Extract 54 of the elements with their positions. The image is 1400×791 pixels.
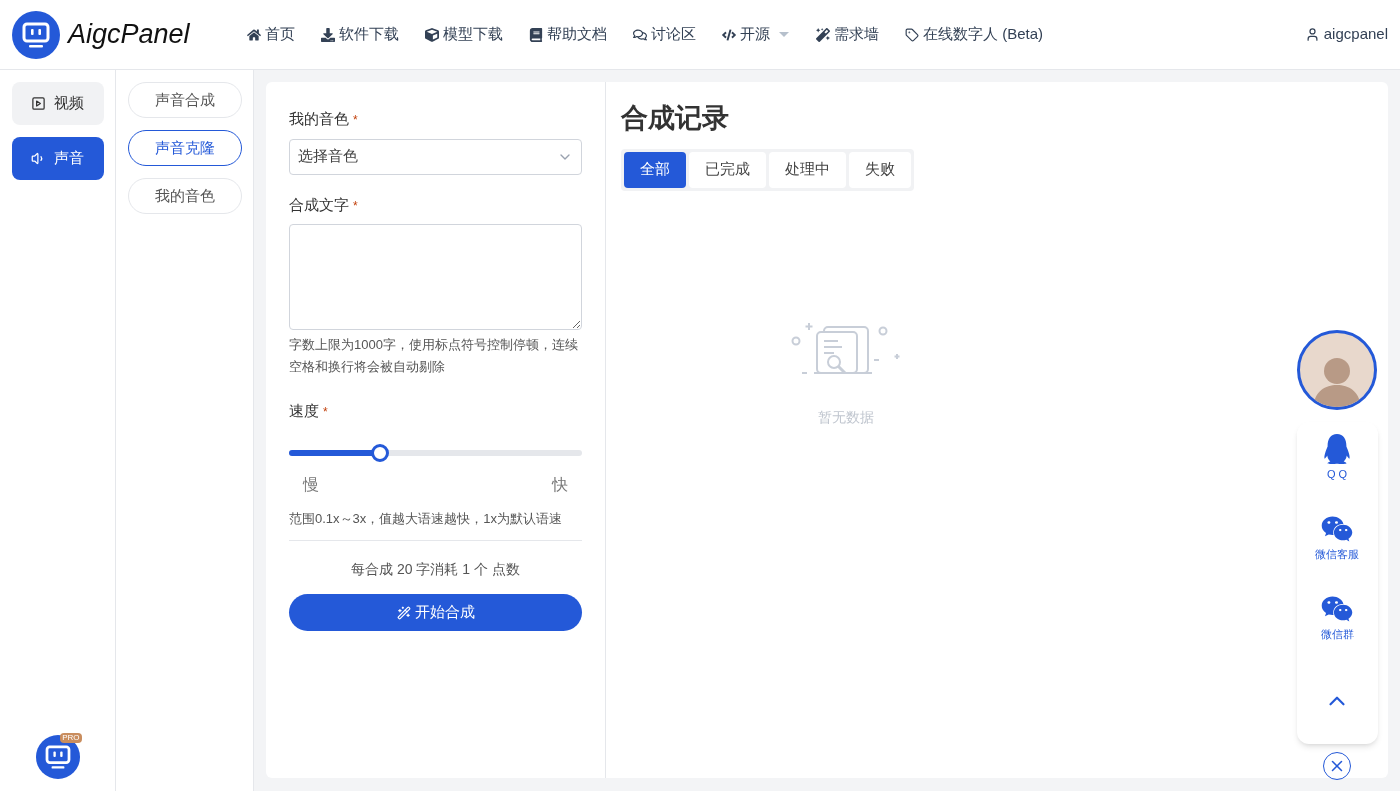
slider-thumb[interactable] bbox=[370, 443, 389, 462]
nav-link[interactable]: 模型下载 bbox=[425, 23, 503, 46]
voice-select[interactable]: 选择音色 bbox=[289, 138, 582, 175]
contact-link[interactable]: Q Q bbox=[1323, 434, 1351, 514]
required-mark: * bbox=[323, 405, 328, 419]
field-label: 速度 bbox=[289, 402, 319, 419]
chat-bubbles-icon bbox=[633, 27, 647, 42]
sidebar-item[interactable]: 声音 bbox=[11, 137, 104, 180]
speed-slider[interactable] bbox=[289, 442, 582, 463]
tag-icon bbox=[905, 27, 919, 42]
book-icon bbox=[529, 27, 543, 42]
hint-text: 字数上限为1000字，使用标点符号控制停顿，连续空格和换行将会被自动剔除 bbox=[289, 336, 579, 376]
slow-label: 慢 bbox=[303, 474, 319, 495]
cube-icon bbox=[425, 27, 439, 42]
cost-text: 每合成 20 字消耗 1 个 点数 bbox=[351, 561, 520, 577]
logo-icon bbox=[12, 10, 60, 59]
penguin-icon bbox=[1323, 434, 1351, 464]
field-label: 我的音色 bbox=[289, 110, 349, 127]
home-icon bbox=[247, 27, 261, 42]
magic-wand-icon bbox=[396, 605, 411, 620]
contact-link[interactable]: 微信客服 bbox=[1315, 514, 1359, 594]
magic-wand-icon bbox=[816, 27, 830, 42]
nav-link[interactable]: 需求墙 bbox=[816, 23, 879, 46]
chat-bubbles-icon bbox=[1321, 514, 1353, 544]
brand-name: AigcPanel bbox=[68, 18, 190, 52]
nav-link[interactable]: 讨论区 bbox=[633, 23, 696, 46]
download-icon bbox=[321, 27, 335, 42]
video-icon bbox=[31, 96, 46, 111]
text-input[interactable] bbox=[289, 224, 582, 330]
contact-link[interactable]: 微信群 bbox=[1320, 594, 1354, 674]
nav-link[interactable]: 软件下载 bbox=[321, 23, 399, 46]
filter-tab[interactable]: 全部 bbox=[624, 151, 686, 188]
code-icon bbox=[722, 27, 736, 42]
field-label: 合成文字 bbox=[289, 195, 349, 213]
fast-label: 快 bbox=[552, 474, 568, 495]
required-mark: * bbox=[353, 198, 358, 213]
pro-logo-icon bbox=[35, 735, 80, 779]
empty-text: 暂无数据 bbox=[818, 407, 874, 427]
sidebar-item[interactable]: 视频 bbox=[11, 82, 104, 125]
pro-badge: PRO bbox=[60, 733, 82, 743]
hint-text: 范围0.1x～3x，值越大语速越快，1x为默认语速 bbox=[289, 509, 564, 528]
nav-link[interactable]: 帮助文档 bbox=[529, 23, 607, 46]
filter-tab[interactable]: 处理中 bbox=[769, 151, 846, 188]
required-mark: * bbox=[353, 113, 358, 127]
nav-link[interactable]: 开源 bbox=[722, 23, 790, 46]
start-button[interactable]: 开始合成 bbox=[289, 594, 582, 631]
records-title: 合成记录 bbox=[621, 102, 730, 135]
chat-bubbles-icon bbox=[1321, 594, 1353, 624]
filter-tab[interactable]: 已完成 bbox=[689, 151, 766, 188]
user-link[interactable]: aigcpanel bbox=[1304, 23, 1388, 46]
nav-link[interactable]: 在线数字人 (Beta) bbox=[905, 23, 1043, 46]
nav-link[interactable]: 首页 bbox=[247, 23, 295, 46]
user-icon bbox=[1304, 27, 1320, 42]
filter-tab[interactable]: 失败 bbox=[849, 151, 911, 188]
